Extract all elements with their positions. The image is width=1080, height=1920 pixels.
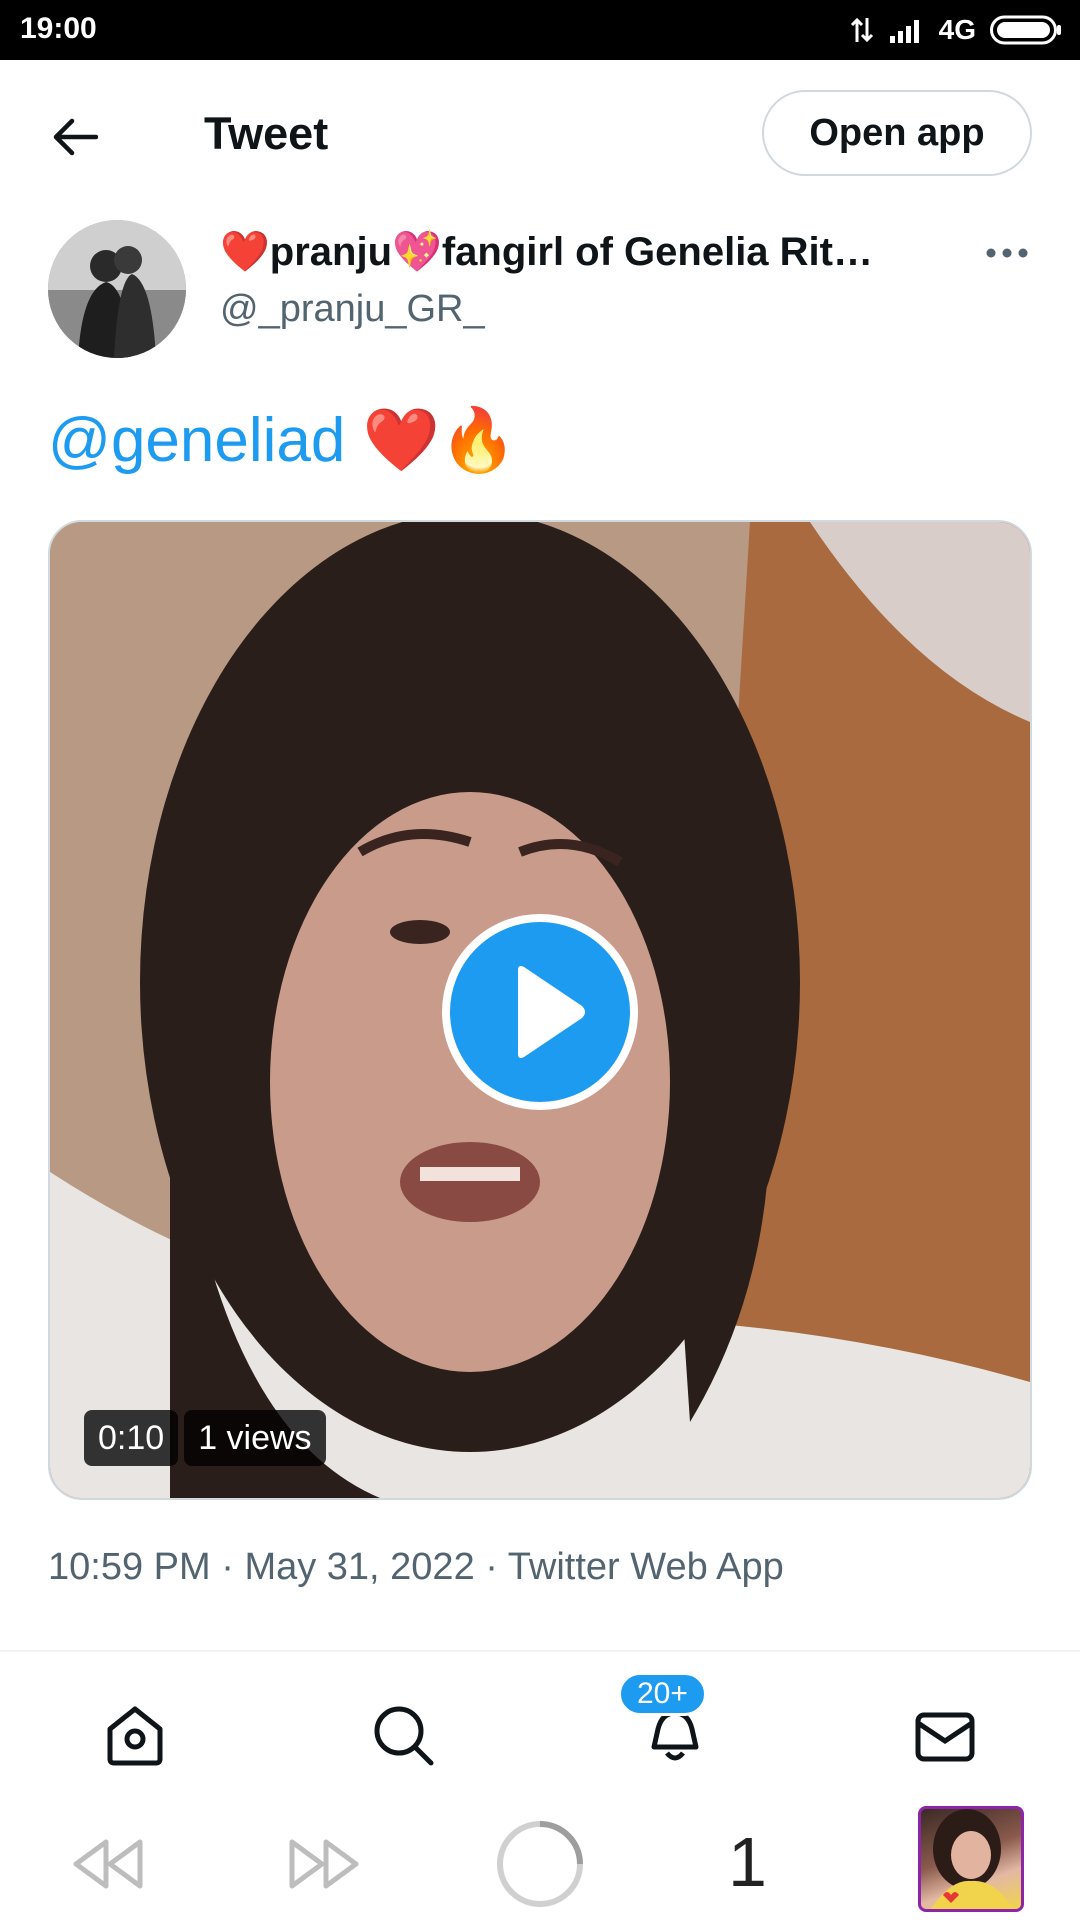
profile-thumbnail-image: [931, 1809, 1013, 1909]
page-title: Tweet: [204, 108, 329, 159]
status-bar: 19:00 4G: [0, 0, 1080, 60]
mention-link[interactable]: @geneliad: [48, 406, 345, 475]
tweet-emojis: ❤️🔥: [362, 406, 518, 475]
loading-button[interactable]: [494, 1821, 586, 1907]
nav-search[interactable]: [364, 1696, 444, 1776]
status-icons: 4G: [849, 10, 1062, 50]
network-type: 4G: [938, 14, 976, 45]
mail-icon: [915, 1712, 975, 1762]
tweet-timestamp: 10:59 PM · May 31, 2022 · Twitter Web Ap…: [48, 1546, 784, 1589]
rewind-icon: [73, 1839, 143, 1889]
loading-spinner-icon: [497, 1821, 583, 1907]
tweet-time[interactable]: 10:59 PM: [48, 1546, 211, 1588]
back-button[interactable]: [44, 112, 104, 162]
battery-icon: [990, 15, 1061, 45]
play-icon: [518, 966, 585, 1058]
play-button[interactable]: [442, 914, 638, 1110]
separator: ·: [221, 1546, 234, 1588]
more-options-button[interactable]: [982, 238, 1032, 268]
video-views: 1 views: [184, 1410, 326, 1466]
search-icon: [374, 1706, 434, 1766]
header: Tweet Open app: [0, 60, 1080, 210]
arrow-left-icon: [53, 118, 98, 156]
tab-count[interactable]: 1: [728, 1822, 767, 1902]
open-app-button[interactable]: Open app: [762, 90, 1032, 176]
profile-thumbnail[interactable]: [918, 1806, 1024, 1912]
author-name[interactable]: ❤️pranju💖fangirl of Genelia Rit…: [220, 228, 910, 275]
nav-home[interactable]: [95, 1696, 175, 1776]
bottom-nav: 20+: [0, 1652, 1080, 1802]
author-handle[interactable]: @_pranju_GR_: [220, 288, 485, 331]
avatar-image: [48, 220, 186, 358]
rewind-button[interactable]: [68, 1824, 148, 1904]
separator: ·: [485, 1546, 498, 1588]
fast-forward-button[interactable]: [284, 1824, 364, 1904]
tweet-source[interactable]: Twitter Web App: [508, 1546, 784, 1588]
notifications-badge: 20+: [618, 1672, 707, 1716]
fast-forward-icon: [289, 1839, 359, 1889]
avatar[interactable]: [48, 220, 186, 358]
video-meta: 0:10 1 views: [84, 1410, 326, 1466]
video-player[interactable]: 0:10 1 views: [48, 520, 1032, 1500]
home-icon: [107, 1706, 163, 1766]
system-bar: 1: [0, 1802, 1080, 1920]
nav-messages[interactable]: [905, 1696, 985, 1776]
status-time: 19:00: [20, 12, 97, 45]
more-icon: [986, 248, 1028, 258]
video-duration: 0:10: [84, 1410, 179, 1466]
data-transfer-icon: [850, 17, 873, 43]
tweet-date[interactable]: May 31, 2022: [244, 1546, 474, 1588]
signal-icon: [889, 20, 919, 43]
tweet-text: @geneliad ❤️🔥: [48, 402, 517, 480]
